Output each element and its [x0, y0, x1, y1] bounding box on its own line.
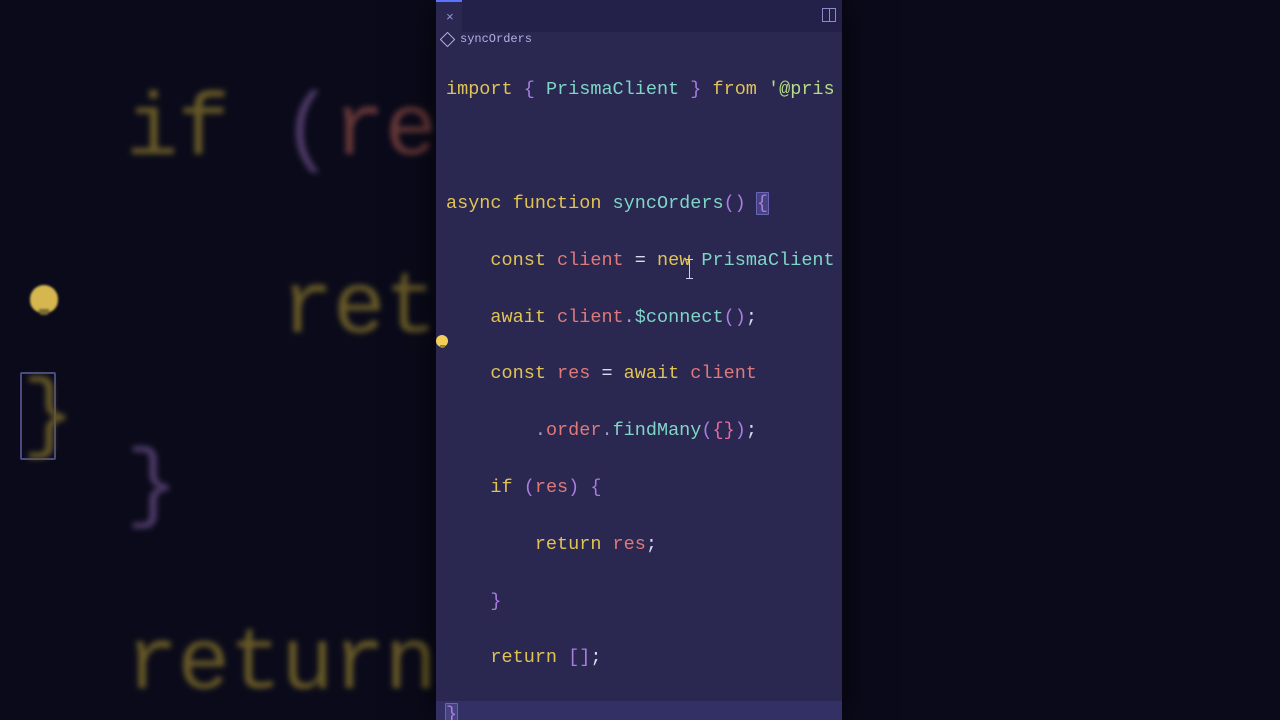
bracket-match-box: } [20, 372, 56, 460]
lightbulb-icon [30, 285, 58, 313]
tab-bar: × [436, 0, 842, 32]
lightbulb-icon[interactable] [436, 335, 448, 347]
breadcrumb-symbol: syncOrders [460, 32, 532, 46]
breadcrumb[interactable]: syncOrders [436, 32, 842, 46]
editor-tab[interactable]: × [436, 0, 462, 32]
code-editor[interactable]: × syncOrders import { PrismaClient } fro… [436, 0, 842, 720]
code-area[interactable]: import { PrismaClient } from '@pris asyn… [436, 46, 842, 720]
split-editor-icon[interactable] [822, 8, 836, 22]
text-cursor [689, 259, 690, 279]
symbol-icon [440, 31, 456, 47]
close-icon[interactable]: × [446, 11, 454, 24]
